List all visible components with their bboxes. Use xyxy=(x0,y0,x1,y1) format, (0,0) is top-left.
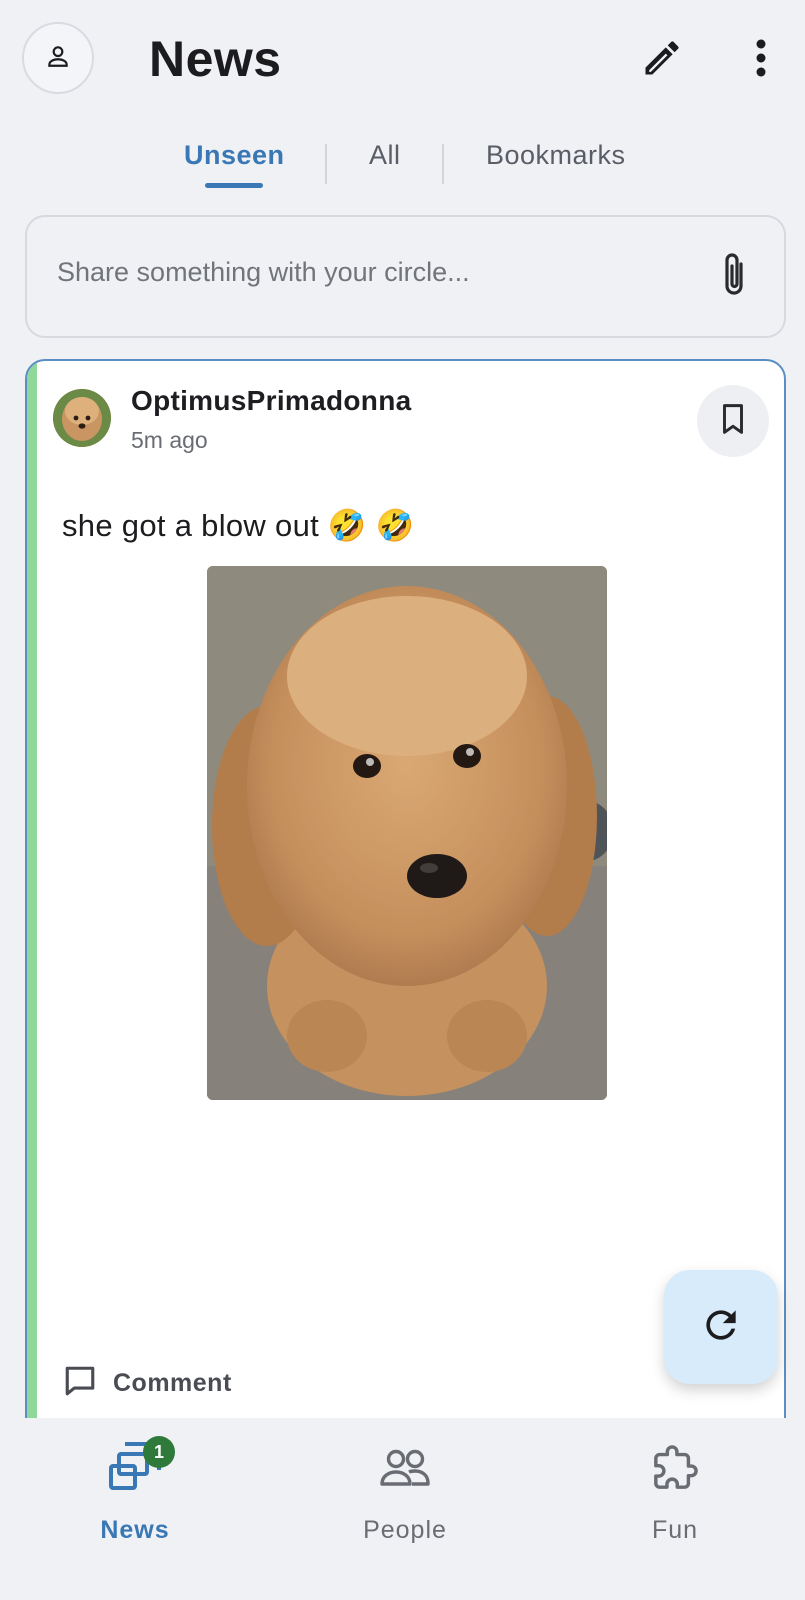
page-title: News xyxy=(149,31,282,87)
nav-news[interactable]: 1 News xyxy=(35,1418,235,1578)
more-vertical-icon xyxy=(755,39,767,82)
profile-button[interactable] xyxy=(22,22,94,94)
bookmark-icon xyxy=(718,402,748,441)
feed-tabs: Unseen All Bookmarks xyxy=(0,140,805,190)
nav-fun[interactable]: Fun xyxy=(575,1418,775,1578)
tab-bookmarks[interactable]: Bookmarks xyxy=(486,140,626,171)
puzzle-icon xyxy=(640,1438,710,1498)
nav-people[interactable]: People xyxy=(305,1418,505,1578)
author-avatar[interactable] xyxy=(53,389,111,447)
app-header: News xyxy=(0,0,805,120)
refresh-button[interactable] xyxy=(664,1270,778,1384)
comment-button[interactable]: Comment xyxy=(63,1363,232,1403)
paperclip-icon xyxy=(719,250,749,305)
unseen-indicator xyxy=(27,361,37,1600)
person-icon xyxy=(45,43,71,74)
post-image[interactable] xyxy=(207,566,607,1100)
edit-button[interactable] xyxy=(637,35,687,85)
people-icon xyxy=(370,1438,440,1498)
nav-people-label: People xyxy=(363,1516,447,1544)
post-composer[interactable] xyxy=(25,215,786,338)
refresh-icon xyxy=(699,1303,743,1352)
post-text: she got a blow out 🤣 🤣 xyxy=(62,508,415,543)
tab-unseen[interactable]: Unseen xyxy=(184,140,285,171)
attach-button[interactable] xyxy=(714,249,754,305)
news-icon: 1 xyxy=(100,1436,175,1498)
post-card[interactable]: OptimusPrimadonna 5m ago she got a blow … xyxy=(25,359,786,1600)
nav-news-label: News xyxy=(100,1516,170,1544)
pencil-icon xyxy=(640,36,684,85)
comment-icon xyxy=(63,1364,97,1403)
tab-divider xyxy=(442,144,444,184)
post-author-name[interactable]: OptimusPrimadonna xyxy=(131,385,411,417)
comment-label: Comment xyxy=(113,1368,232,1397)
post-timestamp: 5m ago xyxy=(131,427,208,453)
share-input[interactable] xyxy=(57,257,677,288)
news-unseen-badge: 1 xyxy=(143,1436,175,1468)
bookmark-button[interactable] xyxy=(697,385,769,457)
tab-divider xyxy=(325,144,327,184)
bottom-navigation: 1 News People Fun xyxy=(0,1418,805,1600)
tab-all[interactable]: All xyxy=(369,140,401,171)
nav-fun-label: Fun xyxy=(651,1516,699,1544)
more-options-button[interactable] xyxy=(740,35,782,85)
active-tab-indicator xyxy=(205,183,263,188)
